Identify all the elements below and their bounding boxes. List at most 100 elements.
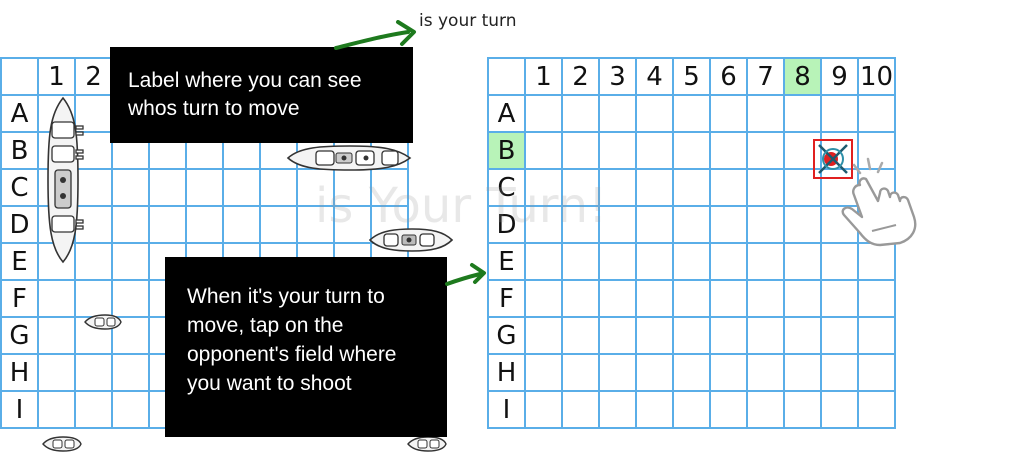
opponent-board-cell[interactable] [820, 316, 859, 355]
opponent-board-cell[interactable] [524, 205, 563, 244]
opponent-board-cell[interactable] [746, 242, 785, 281]
player-board-cell [111, 353, 150, 392]
opponent-board-cell[interactable] [672, 242, 711, 281]
opponent-board-cell[interactable] [598, 94, 637, 133]
opponent-board-cell[interactable] [635, 131, 674, 170]
opponent-board-cell[interactable] [783, 94, 822, 133]
opponent-board-cell[interactable] [709, 279, 748, 318]
opponent-board-cell[interactable] [820, 353, 859, 392]
opponent-board-cell[interactable] [561, 131, 600, 170]
opponent-board-cell[interactable] [672, 279, 711, 318]
opponent-board-cell[interactable] [746, 94, 785, 133]
player-board-col-header: 2 [74, 57, 113, 96]
opponent-board-cell[interactable] [672, 131, 711, 170]
opponent-board-cell[interactable] [598, 279, 637, 318]
opponent-board-cell[interactable] [635, 316, 674, 355]
opponent-board-cell[interactable] [746, 205, 785, 244]
player-board-cell [222, 205, 261, 244]
opponent-board-cell[interactable] [709, 205, 748, 244]
opponent-board-cell[interactable] [709, 131, 748, 170]
opponent-board-cell[interactable] [635, 94, 674, 133]
opponent-board-cell[interactable] [672, 353, 711, 392]
opponent-board-cell[interactable] [746, 353, 785, 392]
opponent-board-cell[interactable] [598, 168, 637, 207]
player-board-cell [222, 168, 261, 207]
player-board-row-header: B [0, 131, 39, 170]
opponent-board-cell[interactable] [635, 279, 674, 318]
opponent-board-cell[interactable] [783, 279, 822, 318]
opponent-board-cell[interactable] [746, 131, 785, 170]
opponent-board-cell[interactable] [672, 316, 711, 355]
opponent-board-cell[interactable] [598, 390, 637, 429]
opponent-board-cell[interactable] [672, 94, 711, 133]
arrow-icon [445, 263, 486, 286]
opponent-board-cell[interactable] [857, 94, 896, 133]
player-board-cell [148, 205, 187, 244]
player-board-row-header: I [0, 390, 39, 429]
player-board-cell [185, 205, 224, 244]
opponent-board-cell[interactable] [561, 94, 600, 133]
opponent-board-cell[interactable] [561, 279, 600, 318]
opponent-board-cell[interactable] [598, 205, 637, 244]
opponent-board-cell[interactable] [635, 390, 674, 429]
opponent-board-cell[interactable] [783, 390, 822, 429]
opponent-board-cell[interactable] [746, 279, 785, 318]
opponent-board-cell[interactable] [783, 353, 822, 392]
opponent-board-cell[interactable] [524, 279, 563, 318]
opponent-board-cell[interactable] [820, 279, 859, 318]
opponent-board-cell[interactable] [857, 316, 896, 355]
opponent-board-cell[interactable] [857, 353, 896, 392]
opponent-board-cell[interactable] [561, 390, 600, 429]
opponent-board-cell[interactable] [561, 242, 600, 281]
opponent-board-cell[interactable] [783, 205, 822, 244]
opponent-board-cell[interactable] [635, 205, 674, 244]
opponent-board-cell[interactable] [857, 390, 896, 429]
player-board-cell [296, 168, 335, 207]
opponent-board-cell[interactable] [524, 242, 563, 281]
small-ship-i10 [407, 436, 447, 452]
opponent-board-cell[interactable] [598, 353, 637, 392]
opponent-board-cell[interactable] [783, 316, 822, 355]
opponent-board-cell[interactable] [783, 242, 822, 281]
opponent-board-cell[interactable] [709, 242, 748, 281]
opponent-board-cell[interactable] [561, 316, 600, 355]
opponent-board-cell[interactable] [709, 94, 748, 133]
opponent-board-cell[interactable] [820, 242, 859, 281]
opponent-board-cell[interactable] [524, 390, 563, 429]
opponent-board-cell[interactable] [672, 205, 711, 244]
player-board-cell [74, 353, 113, 392]
opponent-board-cell[interactable] [524, 168, 563, 207]
opponent-board-cell[interactable] [598, 242, 637, 281]
opponent-board-cell[interactable] [709, 390, 748, 429]
opponent-board-cell[interactable] [561, 205, 600, 244]
opponent-board-cell[interactable] [746, 390, 785, 429]
opponent-board-cell[interactable] [524, 94, 563, 133]
opponent-board-cell[interactable] [524, 131, 563, 170]
opponent-board-cell[interactable] [524, 316, 563, 355]
opponent-board-cell[interactable] [746, 316, 785, 355]
opponent-board-cell[interactable] [820, 390, 859, 429]
opponent-board-cell[interactable] [524, 353, 563, 392]
player-board-cell [333, 168, 372, 207]
opponent-board-cell[interactable] [857, 242, 896, 281]
opponent-board-cell[interactable] [598, 131, 637, 170]
turn-label-callout: Label where you can see whos turn to mov… [110, 47, 413, 143]
opponent-board-cell[interactable] [709, 353, 748, 392]
opponent-board-cell[interactable] [820, 94, 859, 133]
opponent-board-row-header: C [487, 168, 526, 207]
opponent-board-cell[interactable] [672, 390, 711, 429]
opponent-board-cell[interactable] [709, 168, 748, 207]
opponent-board-cell[interactable] [635, 168, 674, 207]
opponent-board-cell[interactable] [561, 353, 600, 392]
vertical-ship-4 [47, 96, 84, 264]
opponent-board-cell[interactable] [857, 279, 896, 318]
opponent-board-cell[interactable] [561, 168, 600, 207]
opponent-board-col-header: 9 [820, 57, 859, 96]
opponent-board-cell[interactable] [598, 316, 637, 355]
opponent-board-cell[interactable] [672, 168, 711, 207]
opponent-board-cell[interactable] [746, 168, 785, 207]
opponent-board-cell[interactable] [635, 242, 674, 281]
arrow-icon [334, 20, 416, 50]
opponent-board-cell[interactable] [635, 353, 674, 392]
opponent-board-cell[interactable] [709, 316, 748, 355]
